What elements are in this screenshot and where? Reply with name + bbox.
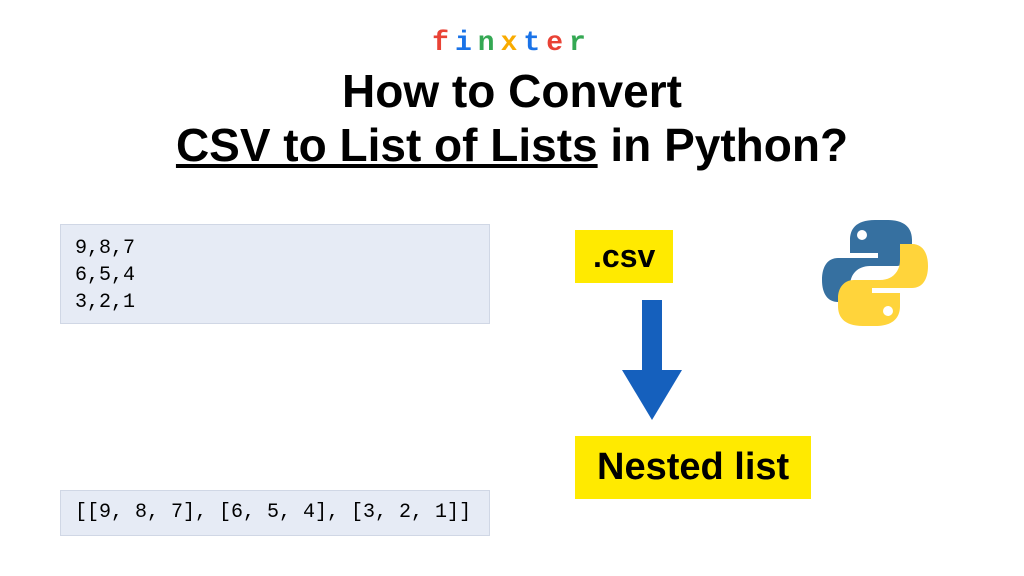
logo-letter: x [501,28,524,59]
brand-logo: finxter [432,28,592,59]
output-content-box: [[9, 8, 7], [6, 5, 4], [3, 2, 1]] [60,490,490,536]
nested-list-label: Nested list [575,436,811,499]
csv-content-box: 9,8,7 6,5,4 3,2,1 [60,224,490,324]
title-underlined: CSV to List of Lists [176,119,598,171]
logo-letter: r [569,28,592,59]
title-line2-suffix: in Python? [598,119,848,171]
logo-letter: e [546,28,569,59]
arrow-down-icon [622,300,682,420]
title-line1: How to Convert [342,65,682,117]
page-title: How to Convert CSV to List of Lists in P… [0,64,1024,173]
logo-letter: i [455,28,478,59]
logo-letter: t [523,28,546,59]
logo-letter: n [478,28,501,59]
logo-letter: f [432,28,455,59]
python-logo-icon [820,218,930,328]
csv-extension-label: .csv [575,230,673,283]
